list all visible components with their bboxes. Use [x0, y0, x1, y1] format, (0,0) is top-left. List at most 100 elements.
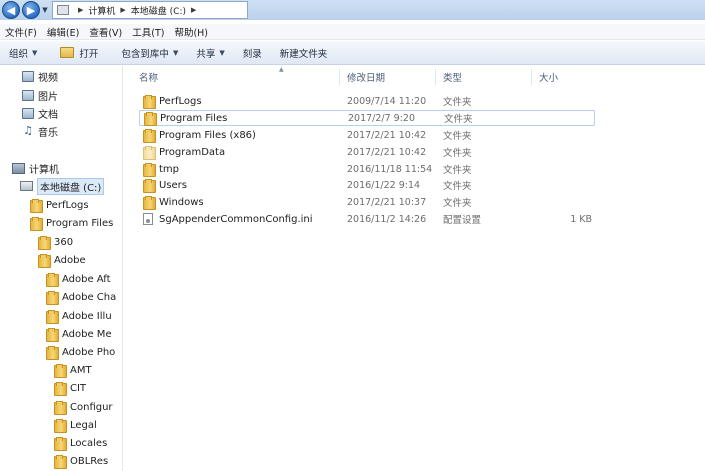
open-label: 打开 — [79, 48, 99, 60]
file-type: 文件夹 — [443, 131, 472, 142]
folder-icon — [54, 382, 67, 396]
tree-item[interactable]: Program Files — [30, 214, 113, 232]
address-bar[interactable]: ▶ 计算机 ▶ 本地磁盘 (C:) ▶ — [52, 1, 248, 19]
share-button[interactable]: 共享 ▼ — [187, 46, 233, 60]
forward-arrow-icon: ▶ — [26, 3, 36, 17]
recent-pages-button[interactable]: ▼ — [40, 1, 50, 19]
column-header-type[interactable]: 类型 — [443, 69, 462, 85]
menu-view[interactable]: 查看(V) — [84, 25, 127, 39]
tree-item[interactable]: Configur — [54, 398, 113, 416]
tree-item[interactable]: Adobe Pho — [46, 343, 115, 361]
file-row[interactable]: PerfLogs 2009/7/14 11:20 文件夹 — [139, 93, 595, 109]
nav-label: 文档 — [38, 109, 58, 121]
new-folder-button[interactable]: 新建文件夹 — [271, 46, 337, 60]
file-list[interactable]: ▲ 名称 修改日期 类型 大小 PerfLogs 2009/7/14 11:20… — [127, 66, 705, 471]
file-type: 文件夹 — [443, 181, 472, 192]
include-in-library-button[interactable]: 包含到库中 ▼ — [107, 46, 187, 60]
settings-file-icon — [143, 213, 153, 225]
file-date: 2017/2/21 10:42 — [347, 129, 427, 141]
tree-item[interactable]: OBLRes — [54, 452, 108, 470]
include-in-library-label: 包含到库中 — [121, 48, 169, 60]
tree-label: Configur — [70, 401, 113, 413]
tree-label: Locales — [70, 437, 108, 449]
tree-label: 360 — [54, 236, 74, 248]
breadcrumb-separator-icon[interactable]: ▶ — [191, 6, 196, 14]
file-row[interactable]: SgAppenderCommonConfig.ini 2016/11/2 14:… — [139, 211, 595, 227]
folder-icon — [54, 401, 67, 415]
column-divider[interactable] — [435, 69, 436, 85]
chevron-down-icon: ▼ — [32, 48, 38, 57]
tree-item[interactable]: 360 — [38, 233, 73, 251]
navigation-pane[interactable]: 视频 图片 文档 ♫ 音乐 计算机 本地磁盘 (C:) PerfLogs Pro… — [0, 66, 123, 471]
column-divider[interactable] — [531, 69, 532, 85]
file-name: Windows — [159, 196, 204, 208]
organize-button[interactable]: 组织 ▼ — [0, 46, 46, 60]
column-header-name[interactable]: 名称 — [139, 69, 158, 85]
tree-item[interactable]: Adobe Me — [46, 325, 112, 343]
menu-edit[interactable]: 编辑(E) — [42, 25, 84, 39]
nav-item-pictures[interactable]: 图片 — [22, 86, 58, 104]
menu-file[interactable]: 文件(F) — [0, 25, 42, 39]
document-library-icon — [22, 107, 34, 119]
breadcrumb-separator-icon[interactable]: ▶ — [120, 6, 125, 14]
tree-item[interactable]: Adobe Cha — [46, 288, 116, 306]
tree-item[interactable]: CIT — [54, 379, 86, 397]
open-button[interactable]: 打开 — [46, 46, 107, 60]
menu-help[interactable]: 帮助(H) — [169, 25, 213, 39]
file-name: PerfLogs — [159, 95, 202, 107]
nav-item-videos[interactable]: 视频 — [22, 67, 58, 85]
file-date: 2017/2/21 10:42 — [347, 146, 427, 158]
explorer-window: ◀ ▶ ▼ ▶ 计算机 ▶ 本地磁盘 (C:) ▶ 文件(F) 编辑(E) 查看… — [0, 0, 705, 471]
breadcrumb-drive[interactable]: 本地磁盘 (C:) — [131, 4, 186, 17]
file-name: Program Files — [160, 112, 228, 124]
folder-icon — [143, 196, 156, 210]
file-row[interactable]: Program Files 2017/2/7 9:20 文件夹 — [139, 110, 595, 126]
folder-icon — [38, 236, 51, 250]
tree-item[interactable]: Adobe Aft — [46, 270, 111, 288]
tree-item[interactable]: Locales — [54, 434, 107, 452]
tree-label: AMT — [70, 364, 92, 376]
file-row[interactable]: tmp 2016/11/18 11:54 文件夹 — [139, 161, 595, 177]
tree-item[interactable]: AMT — [54, 361, 92, 379]
folder-icon — [46, 291, 59, 305]
file-date: 2017/2/21 10:37 — [347, 196, 427, 208]
file-row[interactable]: ProgramData 2017/2/21 10:42 文件夹 — [139, 144, 595, 160]
nav-item-local-disk[interactable]: 本地磁盘 (C:) — [20, 177, 105, 195]
burn-label: 刻录 — [242, 48, 262, 60]
file-row[interactable]: Users 2016/1/22 9:14 文件夹 — [139, 177, 595, 193]
folder-icon — [54, 437, 67, 451]
nav-item-computer[interactable]: 计算机 — [12, 159, 59, 177]
file-name-cell: SgAppenderCommonConfig.ini — [143, 213, 313, 225]
tree-item[interactable]: Adobe — [38, 251, 86, 269]
forward-button[interactable]: ▶ — [22, 1, 40, 19]
column-header-size[interactable]: 大小 — [539, 69, 558, 85]
file-row[interactable]: Windows 2017/2/21 10:37 文件夹 — [139, 194, 595, 210]
nav-item-documents[interactable]: 文档 — [22, 104, 58, 122]
folder-icon — [46, 346, 59, 360]
breadcrumb-separator-icon[interactable]: ▶ — [78, 6, 83, 14]
file-date: 2016/11/2 14:26 — [347, 213, 427, 225]
tree-item[interactable]: PerfLogs — [30, 196, 89, 214]
file-name: tmp — [159, 163, 180, 175]
column-header-date[interactable]: 修改日期 — [347, 69, 385, 85]
file-name: ProgramData — [159, 146, 226, 158]
video-library-icon — [22, 70, 34, 82]
tree-item[interactable]: Legal — [54, 416, 97, 434]
folder-icon — [30, 199, 43, 213]
file-row[interactable]: Program Files (x86) 2017/2/21 10:42 文件夹 — [139, 127, 595, 143]
menu-tools[interactable]: 工具(T) — [127, 25, 169, 39]
breadcrumb-computer[interactable]: 计算机 — [88, 4, 115, 17]
back-button[interactable]: ◀ — [2, 1, 20, 19]
nav-item-music[interactable]: ♫ 音乐 — [22, 122, 58, 140]
tree-label: PerfLogs — [46, 199, 89, 211]
burn-button[interactable]: 刻录 — [234, 46, 271, 60]
nav-label: 视频 — [38, 72, 58, 84]
folder-icon — [143, 95, 156, 109]
folder-icon — [46, 310, 59, 324]
nav-label: 计算机 — [29, 164, 59, 176]
folder-icon — [38, 254, 51, 268]
tree-item[interactable]: Adobe Illu — [46, 307, 112, 325]
file-name: SgAppenderCommonConfig.ini — [159, 213, 313, 225]
computer-icon — [12, 162, 25, 174]
column-divider[interactable] — [339, 69, 340, 85]
